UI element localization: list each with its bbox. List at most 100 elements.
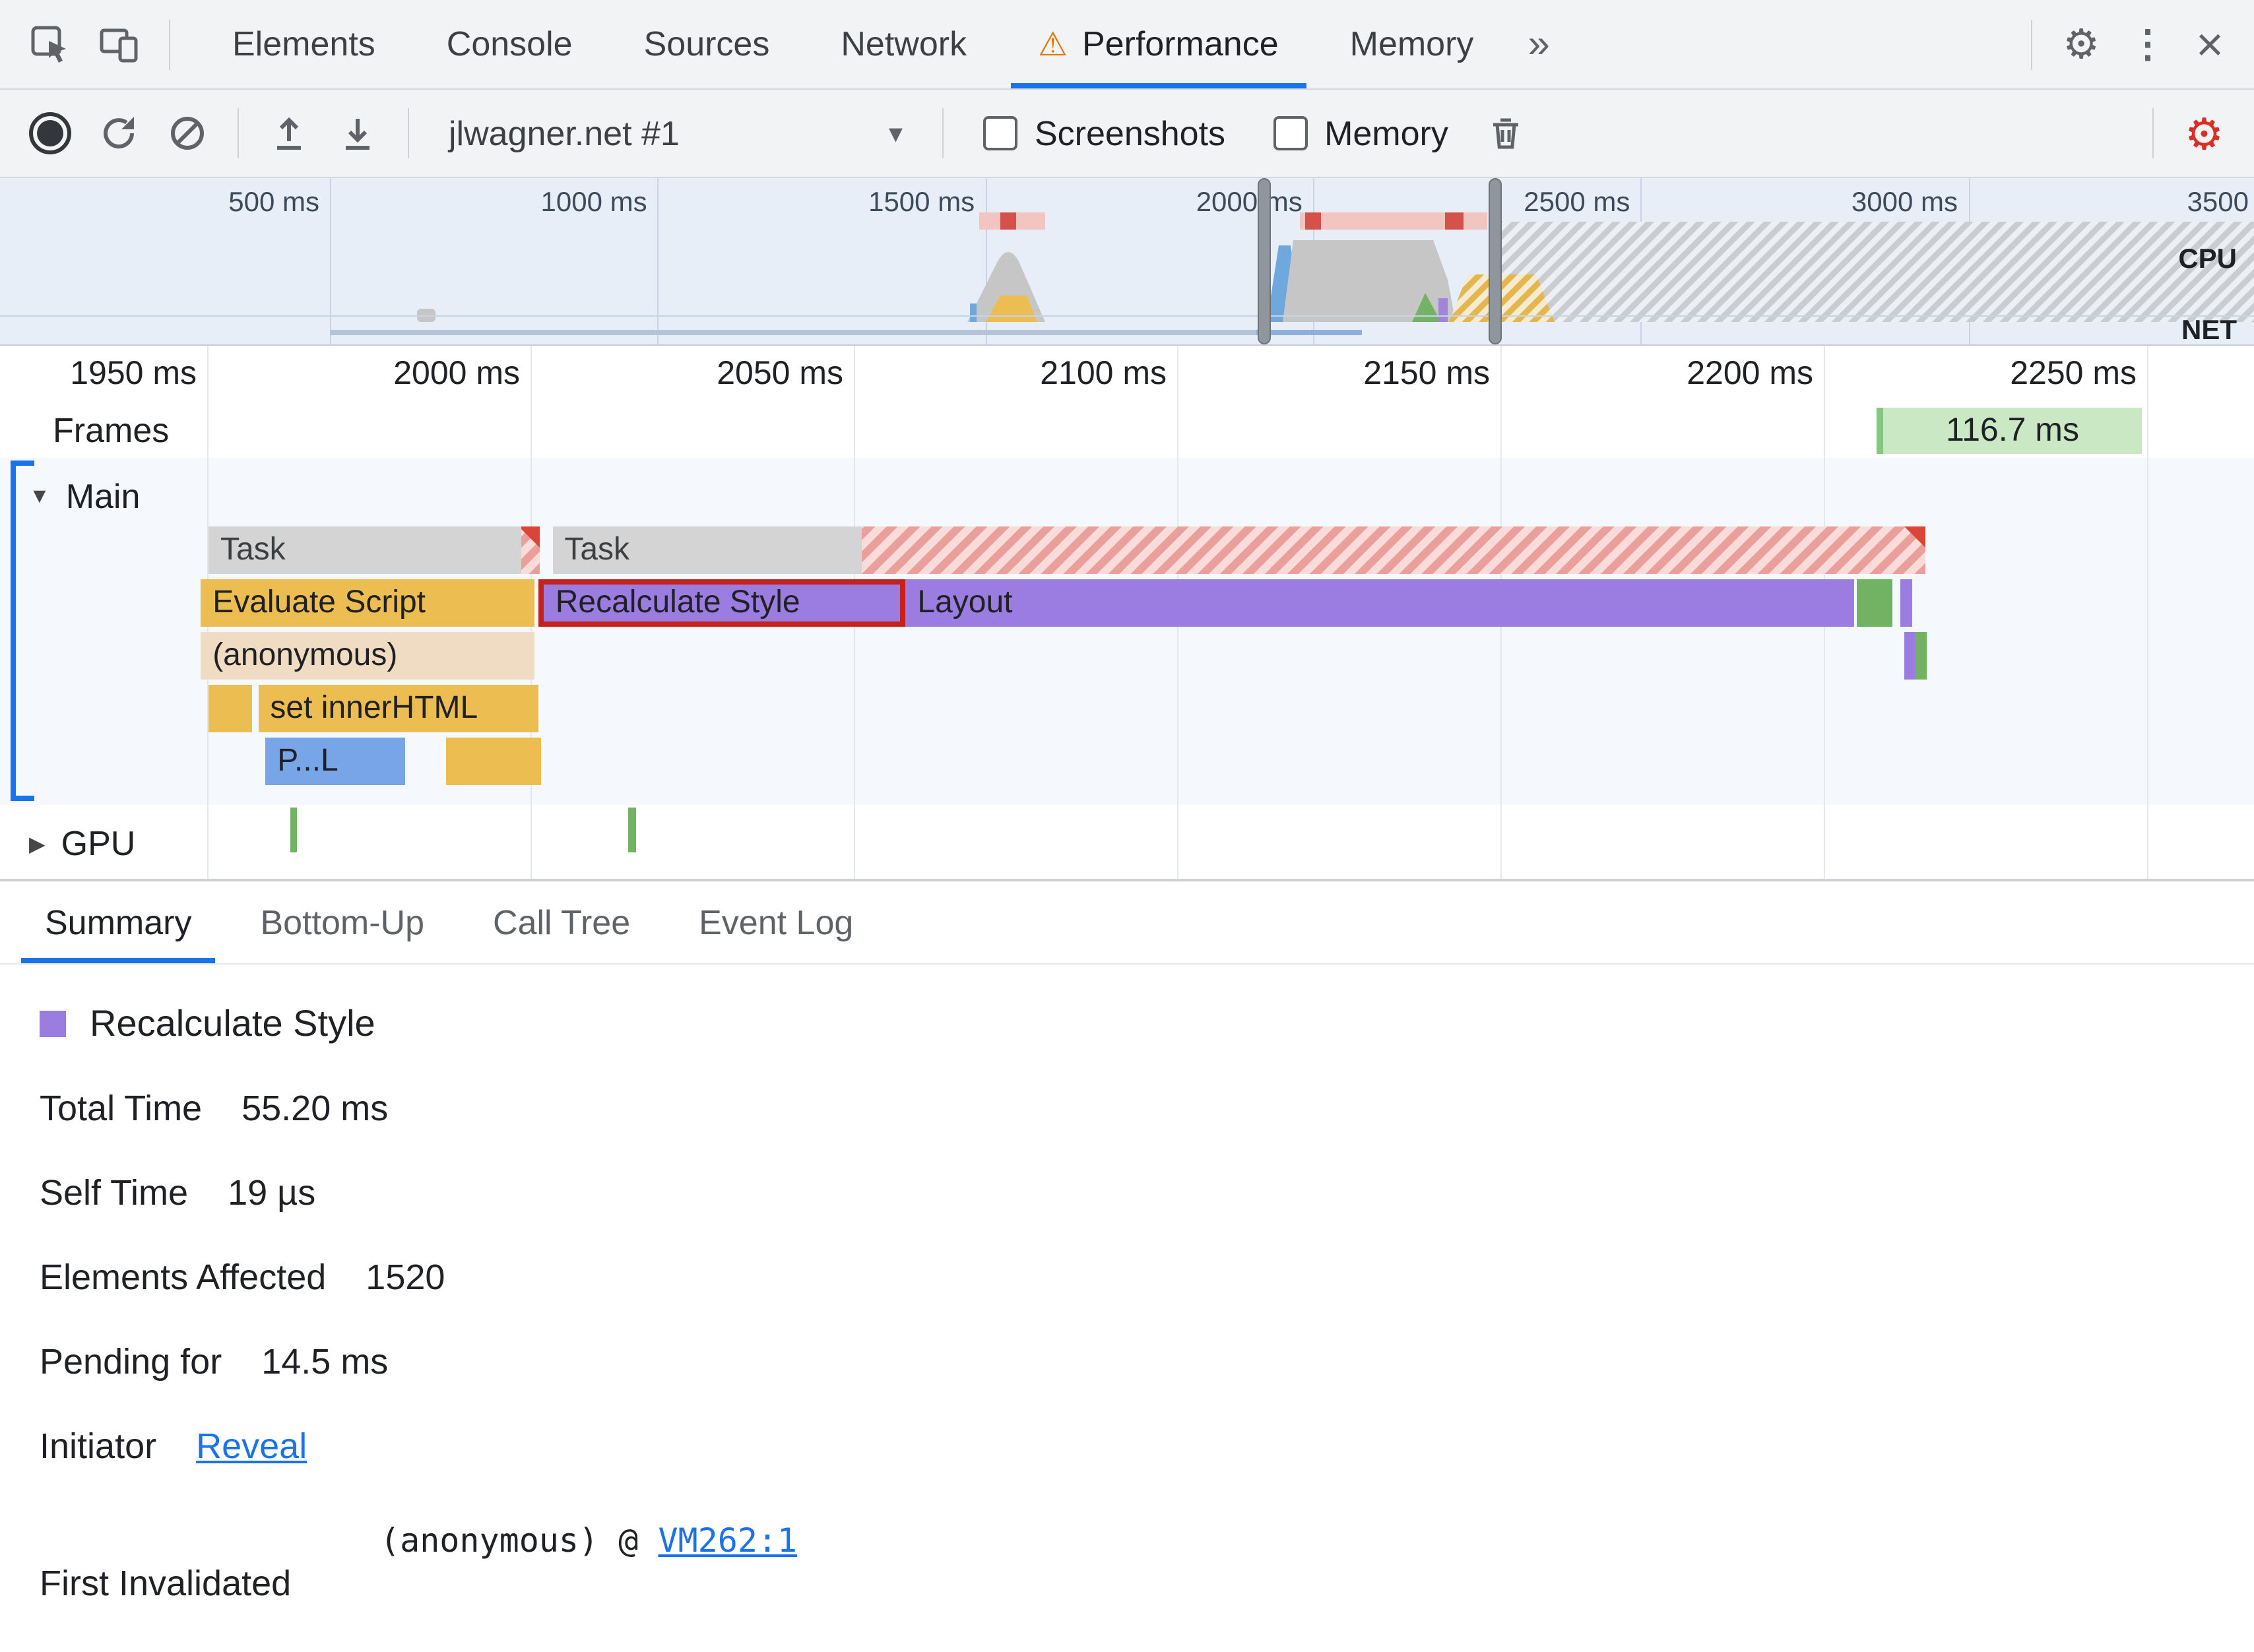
event-scripting[interactable]: [446, 738, 541, 785]
trash-icon[interactable]: [1476, 103, 1537, 164]
gpu-activity-tick[interactable]: [628, 808, 637, 852]
event-set-innerhtml[interactable]: set innerHTML: [258, 685, 538, 732]
summary-label: Initiator: [40, 1426, 157, 1466]
device-toolbar-icon[interactable]: [88, 14, 149, 75]
event-anonymous[interactable]: (anonymous): [201, 632, 534, 680]
summary-label: Pending for: [40, 1342, 222, 1382]
save-profile-icon[interactable]: [327, 103, 388, 164]
gpu-activity-tick[interactable]: [290, 808, 298, 852]
event-evaluate-script[interactable]: Evaluate Script: [201, 579, 534, 627]
session-label: jlwagner.net #1: [449, 113, 680, 152]
ruler-time-label: 2100 ms: [1040, 355, 1167, 392]
event-rendering[interactable]: [1900, 579, 1913, 627]
details-tabbar: Summary Bottom-Up Call Tree Event Log: [0, 880, 2254, 965]
gpu-track: ▶ GPU: [0, 805, 2254, 879]
event-painting[interactable]: [1856, 579, 1892, 627]
tab-call-tree[interactable]: Call Tree: [459, 881, 664, 963]
history-select[interactable]: jlwagner.net #1 ▾: [430, 113, 921, 154]
overview-time-label: 3500: [2187, 187, 2249, 218]
tab-elements[interactable]: Elements: [197, 0, 411, 88]
ruler-time-label: 1950 ms: [70, 355, 197, 392]
event-tail[interactable]: [861, 526, 1926, 574]
kebab-menu-icon[interactable]: ⋮: [2114, 21, 2181, 67]
tab-sources[interactable]: Sources: [608, 0, 806, 88]
overview-gridline: [1312, 178, 1314, 344]
gpu-track-label: GPU: [61, 823, 136, 863]
tab-label: Memory: [1349, 24, 1474, 63]
selection-handle-right[interactable]: [1489, 178, 1502, 344]
chevron-expanded-icon: ▼: [29, 485, 50, 507]
capture-settings-gear-icon[interactable]: ⚙: [2170, 108, 2238, 159]
selection-handle-left[interactable]: [1258, 178, 1271, 344]
summary-row-self-time: Self Time 19 µs: [40, 1169, 2254, 1218]
summary-rows: Total Time 55.20 ms Self Time 19 µs Elements…: [40, 1085, 2254, 1387]
timeline-overview[interactable]: 500 ms 1000 ms 1500 ms 2000 ms 2500 ms 3000 m…: [0, 178, 2254, 346]
net-row-label: NET: [2181, 315, 2237, 346]
legend-label: Recalculate Style: [90, 1003, 375, 1044]
reload-and-record-button[interactable]: [88, 103, 149, 164]
settings-gear-icon[interactable]: ⚙: [2048, 20, 2114, 68]
tab-bottom-up[interactable]: Bottom-Up: [226, 881, 459, 963]
clear-recording-button[interactable]: [157, 103, 218, 164]
tab-console[interactable]: Console: [411, 0, 608, 88]
tab-memory[interactable]: Memory: [1314, 0, 1510, 88]
gpu-activity: [0, 805, 2254, 879]
event-layout[interactable]: Layout: [905, 579, 1855, 627]
event-scripting[interactable]: [208, 685, 253, 732]
ruler-time-label: 2250 ms: [2010, 355, 2137, 392]
ruler-time-label: 2150 ms: [1363, 355, 1490, 392]
overview-time-label: 2000 ms: [1196, 187, 1303, 218]
ruler-time-label: 2050 ms: [717, 355, 843, 392]
inspect-element-icon[interactable]: [20, 14, 80, 75]
panel-tabs: Elements Console Sources Network ⚠ Performanc…: [197, 0, 1509, 88]
frame-duration-badge[interactable]: 116.7 ms: [1877, 408, 2142, 454]
gpu-track-header[interactable]: ▶ GPU: [29, 823, 135, 864]
overview-time-label: 1500 ms: [868, 187, 975, 218]
summary-row-total-time: Total Time 55.20 ms: [40, 1085, 2254, 1133]
tab-label: Network: [841, 24, 967, 63]
first-invalidated-value: (anonymous) @ VM262:1: [380, 1521, 797, 1560]
checkbox-icon: [983, 116, 1017, 150]
screenshots-checkbox[interactable]: Screenshots: [983, 113, 1225, 154]
chevron-down-icon: ▾: [888, 118, 903, 148]
more-tabs-icon[interactable]: »: [1509, 22, 1568, 67]
checkbox-icon: [1273, 116, 1308, 150]
record-button[interactable]: [20, 103, 80, 164]
tab-network[interactable]: Network: [805, 0, 1002, 88]
tab-event-log[interactable]: Event Log: [664, 881, 887, 963]
memory-checkbox[interactable]: Memory: [1273, 113, 1448, 154]
net-separator: [0, 315, 2254, 317]
tab-summary[interactable]: Summary: [11, 881, 226, 963]
divider: [238, 108, 239, 158]
event-task[interactable]: Task: [552, 526, 862, 574]
source-location-link[interactable]: VM262:1: [658, 1521, 797, 1560]
event-task[interactable]: Task: [208, 526, 522, 574]
main-track-header[interactable]: ▼ Main: [29, 476, 140, 517]
event-tail[interactable]: [521, 526, 540, 574]
tab-performance[interactable]: ⚠ Performance: [1002, 0, 1314, 88]
divider: [2152, 108, 2154, 158]
performance-toolbar: jlwagner.net #1 ▾ Screenshots Memory ⚙: [0, 90, 2254, 178]
event-recalculate-style[interactable]: Recalculate Style: [538, 579, 906, 627]
tab-label: Performance: [1081, 24, 1279, 63]
track-selection-bracket: [11, 461, 34, 801]
load-profile-icon[interactable]: [259, 103, 319, 164]
overview-gridline: [657, 178, 659, 344]
close-icon[interactable]: ×: [2181, 16, 2238, 72]
main-track-label: Main: [65, 476, 141, 516]
invalidation-function: (anonymous) @: [380, 1521, 659, 1560]
long-task-corner-icon: [521, 526, 540, 548]
devtools-window: Elements Console Sources Network ⚠ Performanc…: [0, 0, 2254, 1652]
overview-gridline: [330, 178, 331, 344]
summary-row-elements-affected: Elements Affected 1520: [40, 1254, 2254, 1302]
long-task-indicator: [979, 212, 1045, 230]
divider: [942, 108, 944, 158]
summary-value: 19 µs: [228, 1173, 316, 1213]
tab-label: Console: [446, 24, 573, 63]
initiator-reveal-link[interactable]: Reveal: [196, 1426, 307, 1467]
overview-gridline: [985, 178, 987, 344]
event-painting[interactable]: [1914, 632, 1927, 680]
summary-label: Elements Affected: [40, 1257, 327, 1297]
summary-row-pending-for: Pending for 14.5 ms: [40, 1338, 2254, 1387]
event-p-l[interactable]: P...L: [265, 738, 405, 785]
